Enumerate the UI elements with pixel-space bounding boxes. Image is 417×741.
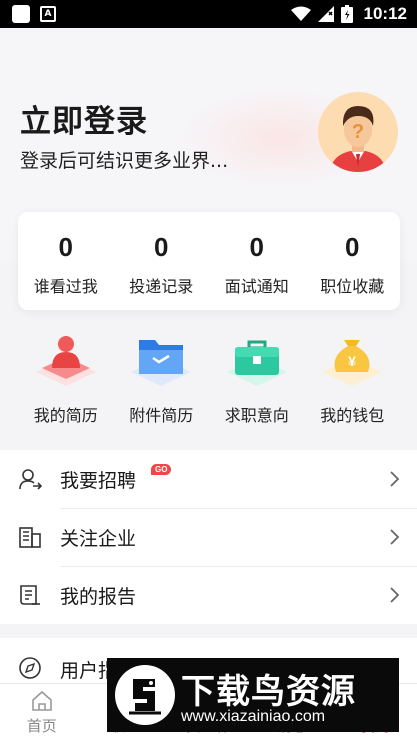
menu-item-label: 我的报告 bbox=[60, 585, 137, 608]
menu-item-recruit[interactable]: 我要招聘 GO bbox=[0, 450, 417, 508]
tab-home[interactable]: 首页 bbox=[0, 684, 83, 741]
stat-viewed-me[interactable]: 0 谁看过我 bbox=[18, 212, 114, 310]
stat-favorites[interactable]: 0 职位收藏 bbox=[305, 212, 401, 310]
signal-icon bbox=[317, 6, 334, 22]
quick-link-label: 附件简历 bbox=[129, 406, 194, 425]
stat-value: 0 bbox=[154, 232, 169, 262]
login-subtitle: 登录后可结识更多业界... bbox=[20, 150, 229, 172]
login-title[interactable]: 立即登录 bbox=[20, 96, 148, 141]
status-bar: A 10:12 bbox=[0, 0, 417, 28]
menu-item-label: 关注企业 bbox=[60, 527, 137, 550]
status-time: 10:12 bbox=[363, 4, 407, 23]
notification-icon bbox=[12, 5, 30, 23]
home-icon bbox=[31, 690, 52, 711]
stat-applications[interactable]: 0 投递记录 bbox=[114, 212, 210, 310]
stat-value: 0 bbox=[345, 232, 360, 262]
svg-text:¥: ¥ bbox=[348, 353, 356, 369]
briefcase-icon bbox=[226, 340, 287, 386]
battery-icon bbox=[340, 5, 353, 23]
stat-label: 职位收藏 bbox=[320, 277, 385, 296]
stat-label: 投递记录 bbox=[129, 277, 194, 296]
compass-icon bbox=[19, 657, 41, 679]
quick-link-label: 我的钱包 bbox=[320, 406, 385, 425]
watermark-title: 下载鸟资源 bbox=[181, 672, 356, 712]
recruit-icon bbox=[19, 469, 42, 490]
quick-link-wallet[interactable]: ¥ 我的钱包 bbox=[305, 330, 401, 440]
quick-link-label: 我的简历 bbox=[33, 406, 98, 425]
menu-item-reports[interactable]: 我的报告 bbox=[0, 566, 417, 624]
app-notification-icon: A bbox=[40, 6, 56, 22]
menu-list: 我要招聘 GO 关注企业 我的报告 bbox=[0, 450, 417, 624]
chevron-right-icon bbox=[390, 529, 400, 545]
watermark-logo bbox=[115, 665, 175, 725]
wifi-icon bbox=[290, 6, 311, 21]
resume-icon bbox=[35, 336, 96, 386]
stat-interviews[interactable]: 0 面试通知 bbox=[209, 212, 305, 310]
folder-icon bbox=[131, 340, 192, 386]
menu-item-label: 我要招聘 bbox=[60, 469, 137, 492]
quick-link-resume[interactable]: 我的简历 bbox=[18, 330, 114, 440]
chevron-right-icon bbox=[390, 587, 400, 603]
go-badge: GO bbox=[151, 464, 172, 475]
quick-link-attachment-resume[interactable]: 附件简历 bbox=[114, 330, 210, 440]
avatar[interactable]: ? bbox=[318, 92, 398, 172]
chevron-right-icon bbox=[390, 471, 400, 487]
wallet-icon: ¥ bbox=[322, 340, 383, 386]
menu-item-followed-companies[interactable]: 关注企业 bbox=[0, 508, 417, 566]
watermark-url: www.xiazainiao.com bbox=[181, 708, 326, 725]
stat-label: 谁看过我 bbox=[33, 277, 98, 296]
quick-link-job-intention[interactable]: 求职意向 bbox=[209, 330, 305, 440]
stat-value: 0 bbox=[249, 232, 264, 262]
quick-links: 我的简历 附件简历 求职意向 ¥ 我的钱包 bbox=[18, 330, 400, 440]
stat-value: 0 bbox=[58, 232, 73, 262]
stat-label: 面试通知 bbox=[224, 277, 289, 296]
company-icon bbox=[19, 527, 41, 548]
report-icon bbox=[20, 585, 40, 605]
tab-label: 首页 bbox=[26, 717, 57, 735]
watermark-banner: 下载鸟资源 www.xiazainiao.com bbox=[107, 658, 399, 732]
svg-text:?: ? bbox=[352, 121, 364, 143]
quick-link-label: 求职意向 bbox=[224, 406, 289, 425]
stats-card: 0 谁看过我 0 投递记录 0 面试通知 0 职位收藏 bbox=[18, 212, 400, 310]
